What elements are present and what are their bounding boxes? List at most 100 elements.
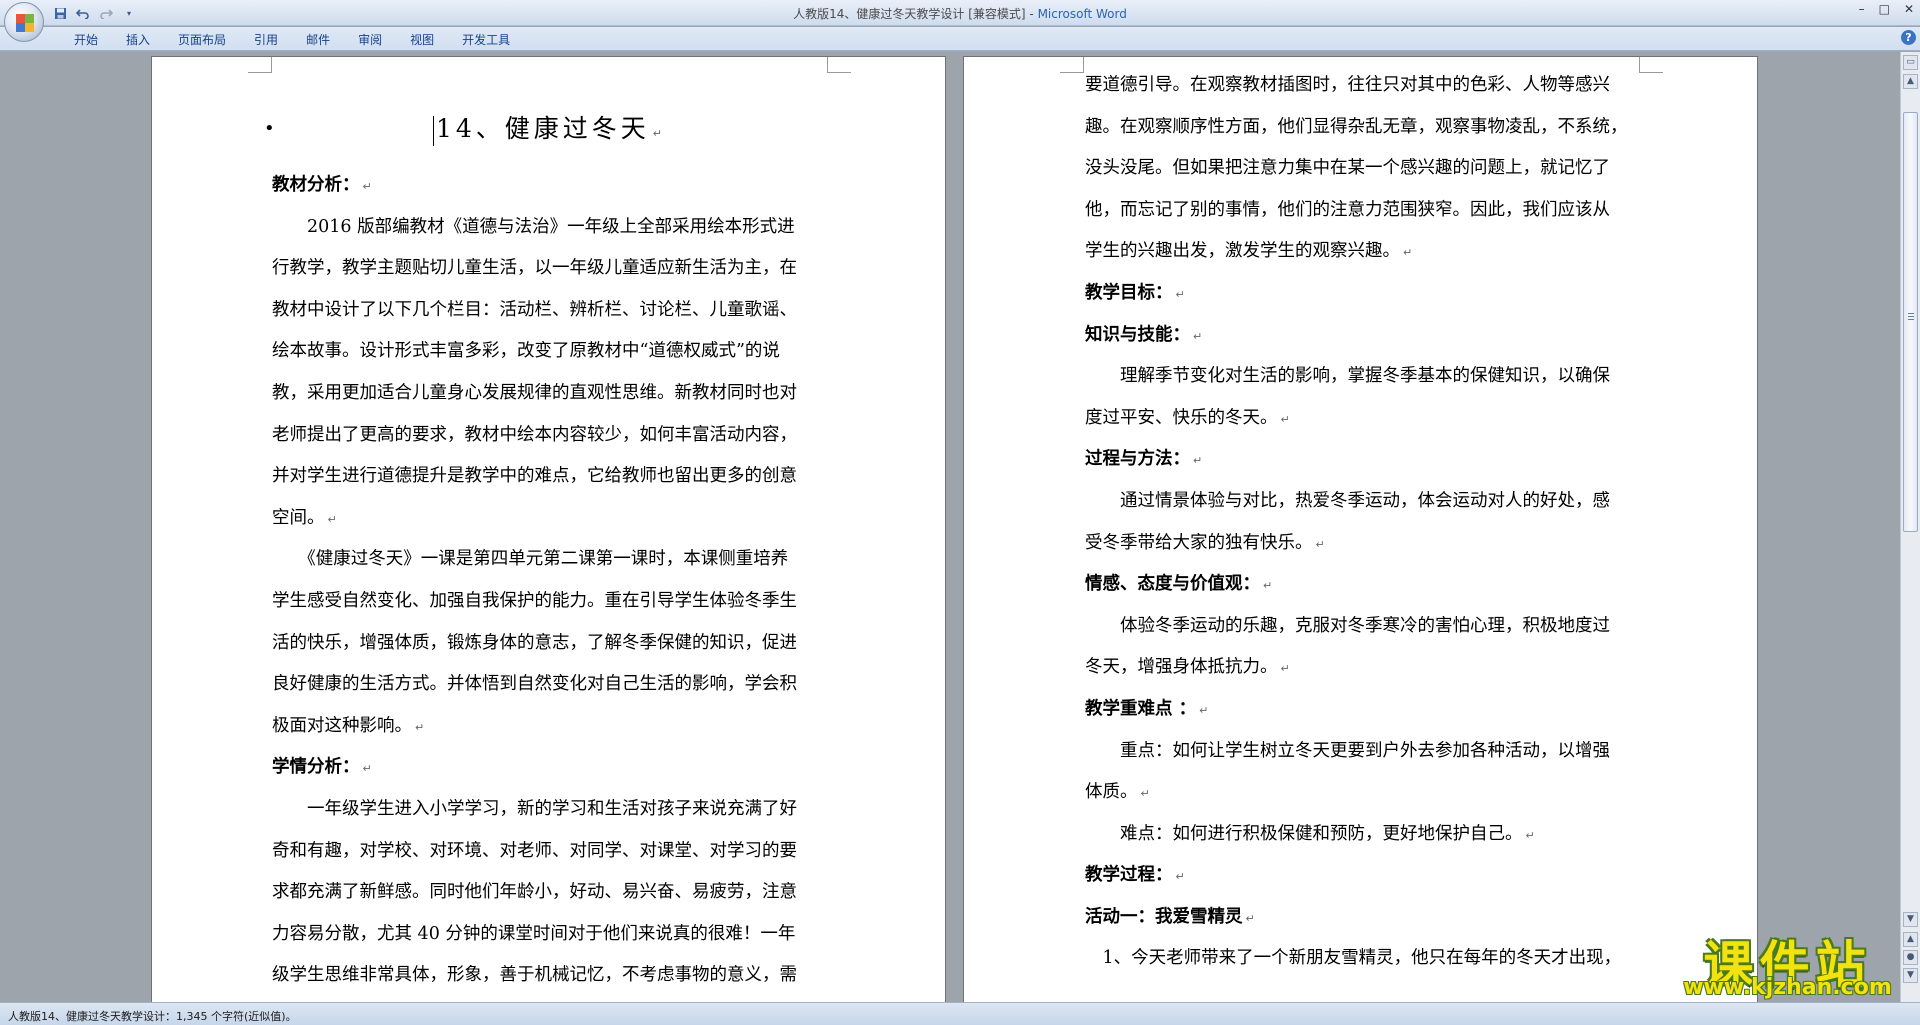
line-text: 行教学，教学主题贴切儿童生活，以一年级儿童适应新生活为主，在 [272, 258, 797, 279]
line-text: 老师提出了更高的要求，教材中绘本内容较少，如何丰富活动内容， [272, 424, 797, 445]
line-text: 体验冬季运动的乐趣，克服对冬季寒冷的害怕心理，积极地度过 [1085, 615, 1610, 636]
page-1-text-line: 老师提出了更高的要求，教材中绘本内容较少，如何丰富活动内容， [272, 415, 827, 457]
line-text: 学生的兴趣出发，激发学生的观察兴趣。 [1085, 241, 1400, 262]
line-text: 良好健康的生活方式。并体悟到自然变化对自己生活的影响，学会积 [272, 674, 797, 695]
paragraph-mark: ↵ [1263, 579, 1273, 593]
page-1-text-line: 空间。 ↵ [272, 498, 827, 540]
line-text: 奇和有趣，对学校、对环境、对老师、对同学、对课堂、对学习的要 [272, 840, 797, 861]
line-text: 他，而忘记了别的事情，他们的注意力范围狭窄。因此，我们应该从 [1085, 199, 1610, 220]
title-bullet: • [264, 118, 279, 139]
page-2-text-line: 通过情景体验与对比，热爱冬季运动，体会运动对人的好处，感 [1085, 481, 1640, 523]
office-logo-icon [16, 14, 25, 23]
line-text: 2016 版部编教材《道德与法治》一年级上全部采用绘本形式进 [272, 216, 795, 237]
page-2-text-line: 趣。在观察顺序性方面，他们显得杂乱无章，观察事物凌乱，不系统， [1085, 107, 1640, 149]
tab-6[interactable]: 视图 [396, 31, 448, 49]
page-1-text-line: 教材中设计了以下几个栏目：活动栏、辨析栏、讨论栏、儿童歌谣、 [272, 290, 827, 332]
page-2-heading-line: 知识与技能： ↵ [1085, 315, 1640, 357]
page-2[interactable]: 要道德引导。在观察教材插图时，往往只对其中的色彩、人物等感兴趣。在观察顺序性方面… [963, 56, 1758, 1002]
line-text: 要道德引导。在观察教材插图时，往往只对其中的色彩、人物等感兴 [1085, 75, 1610, 95]
minimize-button[interactable]: – [1859, 2, 1865, 16]
tab-4[interactable]: 邮件 [292, 31, 344, 49]
line-text: 一年级学生进入小学学习，新的学习和生活对孩子来说充满了好 [272, 798, 797, 819]
line-text: 通过情景体验与对比，热爱冬季运动，体会运动对人的好处，感 [1085, 490, 1610, 511]
line-text: 理解季节变化对生活的影响，掌握冬季基本的保健知识，以确保 [1085, 366, 1610, 387]
line-text: 教学过程： [1085, 865, 1173, 886]
title-bar: ▾ 人教版14、健康过冬天教学设计 [兼容模式] - Microsoft Wor… [0, 0, 1920, 26]
status-text: 人教版14、健康过冬天教学设计：1,345 个字符(近似值)。 [8, 1010, 297, 1023]
page-2-text-line: 冬天，增强身体抵抗力。 ↵ [1085, 647, 1640, 689]
tab-1[interactable]: 插入 [112, 31, 164, 49]
paragraph-mark: ↵ [1193, 454, 1203, 468]
line-text: 没头没尾。但如果把注意力集中在某一个感兴趣的问题上，就记忆了 [1085, 158, 1610, 179]
ribbon-tabs: 开始 插入 页面布局 引用 邮件 审阅 视图 开发工具 [60, 31, 524, 49]
line-text: 教学目标： [1085, 282, 1173, 303]
page-1-heading-line: 教材分析： ↵ [272, 165, 827, 207]
tab-2[interactable]: 页面布局 [164, 31, 240, 49]
line-text: 重点：如何让学生树立冬天更要到户外去参加各种活动，以增强 [1085, 740, 1610, 761]
page-1-text-line: 并对学生进行道德提升是教学中的难点，它给教师也留出更多的创意 [272, 456, 827, 498]
paragraph-mark: ↵ [415, 720, 425, 734]
line-text: 空间。 [272, 507, 325, 528]
page-1-content: • 14、健康过冬天 ↵ 教材分析： ↵ 2016 版部编教材《道德与法治》一年级上… [264, 93, 827, 997]
line-text: 力容易分散，尤其 40 分钟的课堂时间对于他们来说真的很难！一年 [272, 923, 796, 944]
document-heading: • 14、健康过冬天 ↵ [264, 93, 827, 165]
page-1-text-line: 力容易分散，尤其 40 分钟的课堂时间对于他们来说真的很难！一年 [272, 914, 827, 956]
window-title: 人教版14、健康过冬天教学设计 [兼容模式] - Microsoft Word [793, 7, 1127, 21]
line-text: 学情分析： [272, 757, 360, 778]
line-text: 极面对这种影响。 [272, 715, 412, 736]
page-2-text-line: 要道德引导。在观察教材插图时，往往只对其中的色彩、人物等感兴 [1085, 65, 1640, 107]
office-logo-green [25, 14, 34, 23]
paragraph-mark: ↵ [1525, 828, 1535, 842]
ruler-toggle-icon[interactable]: ▭ [1903, 55, 1918, 70]
page-1-text-line: 绘本故事。设计形式丰富多彩，改变了原教材中“道德权威式”的说 [272, 331, 827, 373]
line-text: 活动一：我爱雪精灵 [1085, 906, 1243, 927]
scroll-thumb[interactable] [1903, 112, 1918, 532]
page-2-text-line: 体质。 ↵ [1085, 772, 1640, 814]
page-1-text-line: 活的快乐，增强体质，锻炼身体的意志，了解冬季保健的知识，促进 [272, 623, 827, 665]
scroll-up-icon[interactable]: ▲ [1903, 74, 1918, 89]
line-text: 级学生思维非常具体，形象，善于机械记忆，不考虑事物的意义，需 [272, 965, 797, 986]
page-1-text-line: 学生感受自然变化、加强自我保护的能力。重在引导学生体验冬季生 [272, 581, 827, 623]
line-text: 教，采用更加适合儿童身心发展规律的直观性思维。新教材同时也对 [272, 382, 797, 403]
page-2-content: 要道德引导。在观察教材插图时，往往只对其中的色彩、人物等感兴趣。在观察顺序性方面… [1085, 65, 1640, 980]
tab-3[interactable]: 引用 [240, 31, 292, 49]
crop-mark-top-right [1639, 57, 1663, 73]
page-1-text-line: 教，采用更加适合儿童身心发展规律的直观性思维。新教材同时也对 [272, 373, 827, 415]
paragraph-mark: ↵ [1245, 911, 1255, 925]
page-2-heading-line: 活动一：我爱雪精灵 ↵ [1085, 897, 1640, 939]
ribbon-tab-bar: 开始 插入 页面布局 引用 邮件 审阅 视图 开发工具 ? [0, 27, 1920, 51]
page-1-text-line: 级学生思维非常具体，形象，善于机械记忆，不考虑事物的意义，需 [272, 955, 827, 997]
page-1-text-line: 《健康过冬天》一课是第四单元第二课第一课时，本课侧重培养 [272, 539, 827, 581]
line-text: 体质。 [1085, 782, 1138, 803]
page-1-heading-line: 学情分析： ↵ [272, 747, 827, 789]
page-2-text-line: 学生的兴趣出发，激发学生的观察兴趣。 ↵ [1085, 231, 1640, 273]
tab-0[interactable]: 开始 [60, 31, 112, 49]
window-controls: – □ ✕ [1859, 2, 1914, 16]
close-button[interactable]: ✕ [1904, 2, 1914, 16]
paragraph-mark: ↵ [1403, 246, 1413, 260]
watermark-url: www.kjzhan.com [1683, 975, 1892, 1000]
paragraph-mark: ↵ [362, 180, 372, 193]
office-logo-blue [16, 23, 25, 32]
line-text: 教材中设计了以下几个栏目：活动栏、辨析栏、讨论栏、儿童歌谣、 [272, 299, 797, 320]
paragraph-mark: ↵ [1175, 287, 1185, 301]
page-1[interactable]: • 14、健康过冬天 ↵ 教材分析： ↵ 2016 版部编教材《道德与法治》一年级上… [151, 56, 946, 1002]
office-button[interactable] [4, 2, 44, 42]
tab-7[interactable]: 开发工具 [448, 31, 524, 49]
maximize-button[interactable]: □ [1879, 2, 1890, 16]
help-icon[interactable]: ? [1901, 30, 1916, 45]
page-1-text-line: 良好健康的生活方式。并体悟到自然变化对自己生活的影响，学会积 [272, 664, 827, 706]
page-2-text-line: 受冬季带给大家的独有快乐。 ↵ [1085, 523, 1640, 565]
page-2-text-line: 理解季节变化对生活的影响，掌握冬季基本的保健知识，以确保 [1085, 356, 1640, 398]
document-area[interactable]: • 14、健康过冬天 ↵ 教材分析： ↵ 2016 版部编教材《道德与法治》一年级上… [0, 52, 1900, 1002]
vertical-scrollbar[interactable]: ▭ ▲ ▼ ▲ ● ▼ [1900, 52, 1920, 1002]
crop-mark-top-left [248, 57, 272, 73]
line-text: 难点：如何进行积极保健和预防，更好地保护自己。 [1085, 823, 1523, 844]
line-text: 并对学生进行道德提升是教学中的难点，它给教师也留出更多的创意 [272, 466, 797, 487]
paragraph-mark: ↵ [1315, 537, 1325, 551]
page-2-text-line: 没头没尾。但如果把注意力集中在某一个感兴趣的问题上，就记忆了 [1085, 148, 1640, 190]
tab-5[interactable]: 审阅 [344, 31, 396, 49]
line-text: 教材分析： [272, 175, 360, 195]
page-1-text-line: 行教学，教学主题贴切儿童生活，以一年级儿童适应新生活为主，在 [272, 248, 827, 290]
line-text: 绘本故事。设计形式丰富多彩，改变了原教材中“道德权威式”的说 [272, 341, 780, 362]
